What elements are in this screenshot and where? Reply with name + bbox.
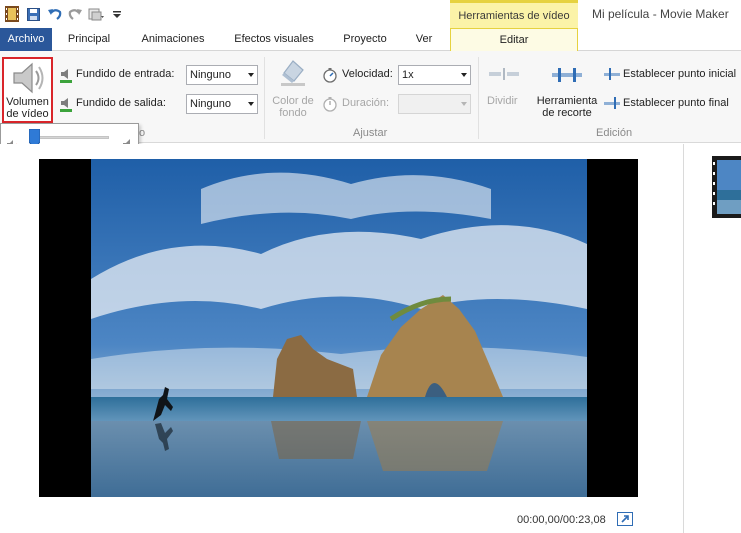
ribbon-tabs: Archivo Principal Animaciones Efectos vi…: [0, 28, 741, 52]
expand-icon[interactable]: [617, 512, 633, 526]
group-separator: [478, 57, 479, 139]
playback-time: 00:00,00/00:23,08: [517, 514, 606, 526]
title-bar: Herramientas de vídeo Mi película - Movi…: [0, 0, 741, 28]
split-icon: [487, 67, 521, 84]
duration-dropdown[interactable]: [398, 94, 471, 114]
duration-label: Duración:: [342, 97, 390, 109]
fade-out-label: Fundido de salida:: [76, 97, 166, 109]
workspace: 00:00,00/00:23,08: [0, 144, 741, 533]
undo-icon[interactable]: [46, 6, 62, 22]
fade-out-dropdown[interactable]: Ninguno: [186, 94, 258, 114]
tab-project[interactable]: Proyecto: [336, 28, 394, 51]
tab-file[interactable]: Archivo: [0, 28, 52, 51]
fade-in-dropdown[interactable]: Ninguno: [186, 65, 258, 85]
set-start-icon: [604, 68, 620, 83]
trim-tool-button[interactable]: Herramienta de recorte: [533, 95, 601, 119]
chevron-down-icon: [461, 73, 467, 77]
quick-access-toolbar: [4, 4, 125, 24]
tab-home[interactable]: Principal: [60, 28, 118, 51]
speed-dropdown[interactable]: 1x: [398, 65, 471, 85]
speed-value: 1x: [402, 69, 414, 81]
fade-in-value: Ninguno: [190, 69, 231, 81]
save-icon[interactable]: [25, 6, 41, 22]
storyboard-clip-thumbnail[interactable]: [712, 156, 741, 218]
audio-group-label: o: [139, 127, 146, 139]
fade-in-icon: [59, 67, 73, 86]
fade-in-label: Fundido de entrada:: [76, 68, 175, 80]
redo-icon[interactable]: [67, 6, 83, 22]
duration-icon: [322, 96, 338, 115]
speaker-icon: [10, 61, 46, 98]
chevron-down-icon: [248, 102, 254, 106]
background-color-button[interactable]: Color de fondo: [270, 95, 316, 119]
video-volume-button[interactable]: Volumen de vídeo: [2, 57, 53, 123]
set-end-icon: [604, 97, 620, 112]
publish-icon[interactable]: [88, 6, 104, 22]
tab-visual-effects[interactable]: Efectos visuales: [228, 28, 320, 51]
fade-out-value: Ninguno: [190, 98, 231, 110]
paint-bucket-icon: [278, 57, 308, 90]
video-frame-image: [91, 159, 587, 497]
tab-edit[interactable]: Editar: [450, 28, 578, 52]
group-separator: [264, 57, 265, 139]
adjust-group-label: Ajustar: [353, 127, 388, 139]
set-start-point-button[interactable]: Establecer punto inicial: [623, 68, 736, 80]
video-volume-label: Volumen de vídeo: [6, 96, 49, 120]
speed-icon: [322, 67, 338, 86]
tab-animations[interactable]: Animaciones: [130, 28, 216, 51]
edit-group-label: Edición: [596, 127, 633, 139]
split-button[interactable]: Dividir: [487, 95, 518, 107]
video-preview[interactable]: [39, 159, 638, 497]
fade-out-icon: [59, 96, 73, 115]
set-end-point-button[interactable]: Establecer punto final: [623, 97, 729, 109]
film-icon[interactable]: [4, 6, 20, 22]
chevron-down-icon: [461, 102, 467, 106]
qat-menu-icon[interactable]: [109, 6, 125, 22]
video-tools-context-label: Herramientas de vídeo: [450, 0, 578, 28]
speed-label: Velocidad:: [342, 68, 393, 80]
volume-slider-track[interactable]: [37, 136, 109, 139]
trim-tool-icon: [550, 67, 584, 86]
chevron-down-icon: [248, 73, 254, 77]
storyboard-divider: [683, 144, 684, 533]
tab-view[interactable]: Ver: [408, 28, 440, 51]
window-title: Mi película - Movie Maker: [592, 7, 729, 21]
